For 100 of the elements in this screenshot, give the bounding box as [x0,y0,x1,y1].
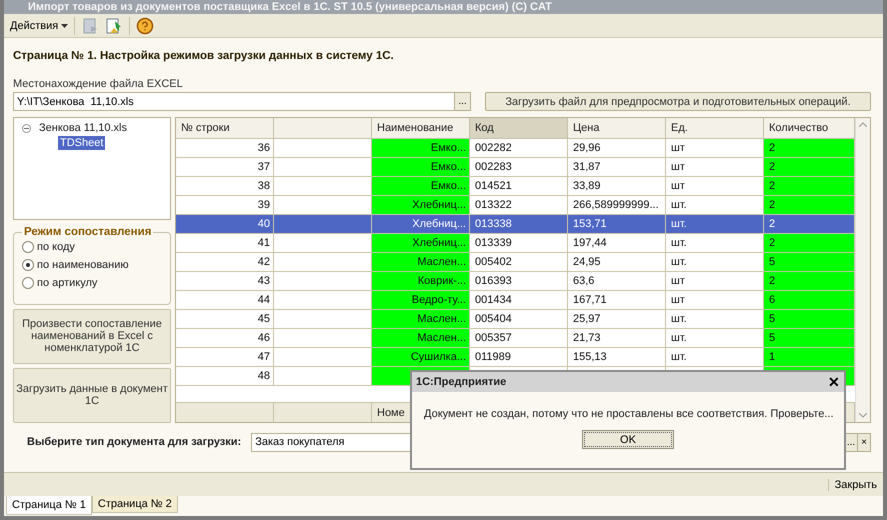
help-icon[interactable] [136,16,154,34]
table-cell: 43 [176,272,274,291]
table-cell: 013322 [470,196,568,215]
table-cell: шт. [666,310,764,329]
table-cell: шт [666,158,764,177]
table-cell: Емко... [372,177,470,196]
dialog-message: Документ не создан, потому что не проставлены все соответствия. Проверьте... [424,408,834,420]
column-header[interactable]: Ед. [666,118,764,139]
table-cell: 5 [764,329,855,348]
table-cell: Маслен... [372,310,470,329]
table-cell: 155,13 [568,348,666,367]
table-cell: 002282 [470,139,568,158]
page-tab[interactable]: Страница № 1 [6,496,92,515]
table-cell: 002283 [470,158,568,177]
table-cell: 005357 [470,329,568,348]
table-cell: 2 [764,215,855,234]
table-cell: 45 [176,310,274,329]
table-cell: 21,73 [568,329,666,348]
table-cell: шт. [666,348,764,367]
table-cell: Хлебниц... [372,234,470,253]
close-button[interactable]: ✕ [828,374,840,390]
table-cell: 2 [764,177,855,196]
action-button[interactable]: Произвести сопоставление наименований в Excel с номенклатурой 1С [13,308,171,364]
table-cell: шт. [666,234,764,253]
table-cell: 2 [764,234,855,253]
dialog-title: 1С:Предприятие [416,376,506,388]
actions-menu[interactable]: Действия [10,20,68,32]
table-cell: 2 [764,272,855,291]
import-document-icon[interactable] [105,16,124,34]
table-cell: 29,96 [568,139,666,158]
table-cell: 42 [176,253,274,272]
table-cell: шт [666,272,764,291]
table-cell: 6 [764,291,855,310]
document-icon[interactable] [81,16,100,34]
clear-button[interactable]: × [857,434,870,450]
table-cell: 013339 [470,234,568,253]
footer-text: Номе [377,406,405,418]
table-cell: Емко... [372,139,470,158]
table-cell: 2 [764,139,855,158]
column-header[interactable]: № строки [176,118,274,139]
radio-icon[interactable] [22,241,34,254]
action-button[interactable]: Загрузить данные в документ 1С [13,368,171,423]
table-cell: шт. [666,196,764,215]
table-cell: Маслен... [372,253,470,272]
page-tab[interactable]: Страница № 2 [92,496,178,513]
table-cell: 38 [176,177,274,196]
browse-button[interactable]: ... [454,93,470,110]
column-header[interactable]: Наименование [372,118,470,139]
table-cell: шт [666,291,764,310]
table-cell: 5 [764,310,855,329]
table-cell: 001434 [470,291,568,310]
scroll-down-icon[interactable] [859,413,867,418]
radio-option[interactable]: по коду [22,238,162,256]
table-cell: 33,89 [568,177,666,196]
table-cell: шт. [666,253,764,272]
table-cell: 37 [176,158,274,177]
radio-option[interactable]: по артикулу [22,274,162,292]
file-label: Местонахождение файла EXCEL [13,78,184,90]
load-file-button[interactable]: Загрузить файл для предпросмотра и подготовительных операций. [485,92,871,111]
table-cell: 31,87 [568,158,666,177]
table-cell: 016393 [470,272,568,291]
table-cell: 013338 [470,215,568,234]
table-cell: шт [666,177,764,196]
scroll-up-icon[interactable] [859,122,867,127]
table-cell: 24,95 [568,253,666,272]
column-header[interactable]: Количество [764,118,855,139]
table-cell: 39 [176,196,274,215]
table-cell: шт. [666,329,764,348]
tree-item[interactable]: TDSheet [58,136,106,150]
ok-button[interactable]: OK [582,430,674,449]
radio-option[interactable]: по наименованию [22,256,162,274]
table-cell: Ведро-ту... [372,291,470,310]
window-title: Импорт товаров из документов поставщика Excel в 1С. ST 10.5 (универсальная версия) (С) CAT [28,0,552,14]
column-header[interactable]: Код [470,118,568,139]
table-cell: 011989 [470,348,568,367]
table-cell: 25,97 [568,310,666,329]
table-cell: Коврик-... [372,272,470,291]
table-cell: 197,44 [568,234,666,253]
table-cell: шт. [666,215,764,234]
table-cell: 41 [176,234,274,253]
table-cell: 005404 [470,310,568,329]
close-button[interactable]: Закрыть [828,478,877,490]
file-path-field[interactable]: Y:\IT\Зенкова 11,10.xls ... [13,92,471,111]
column-header[interactable]: Цена [568,118,666,139]
doc-type-label: Выберите тип документа для загрузки: [27,436,242,448]
radio-icon[interactable] [22,259,34,272]
table-cell: 63,6 [568,272,666,291]
table-cell: 5 [764,253,855,272]
table-cell: 153,71 [568,215,666,234]
table-cell: 014521 [470,177,568,196]
radio-icon[interactable] [22,277,34,290]
tree-item[interactable]: Зенкова 11,10.xls [20,121,129,135]
table-cell: 46 [176,329,274,348]
group-title: Режим сопоставления [23,226,152,238]
caret-icon [61,24,68,28]
table-cell: 266,589999999... [568,196,666,215]
table-cell: шт [666,139,764,158]
table-cell: Хлебниц... [372,215,470,234]
scrollbar[interactable] [855,118,870,422]
collapse-icon[interactable] [22,124,31,132]
